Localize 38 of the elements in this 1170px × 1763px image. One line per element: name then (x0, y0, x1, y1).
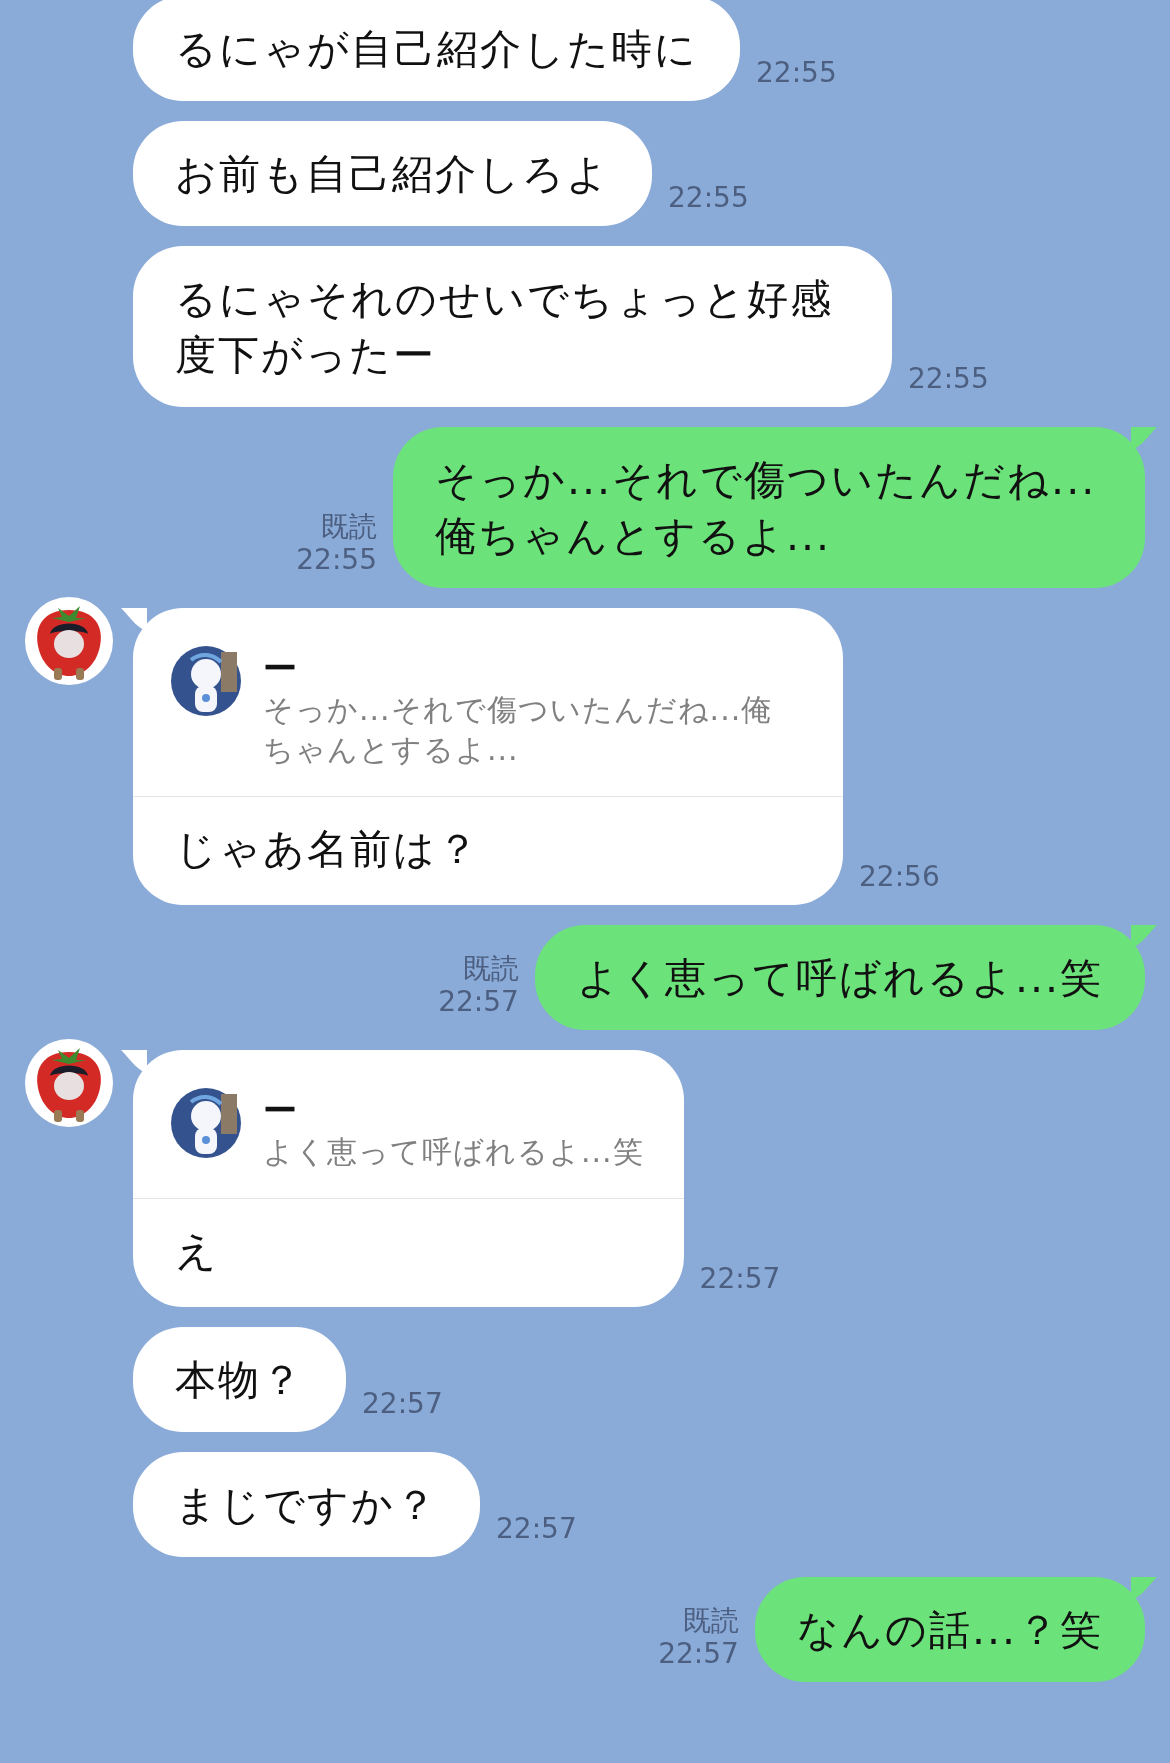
message-bubble[interactable]: るにゃが自己紹介した時に (133, 0, 740, 101)
message-bubble[interactable]: お前も自己紹介しろよ (133, 121, 652, 226)
avatar-icon[interactable] (24, 596, 114, 686)
message-bubble[interactable]: そっか...それで傷ついたんだね...俺ちゃんとするよ... (393, 427, 1145, 588)
message-bubble[interactable]: よく恵って呼ばれるよ...笑 (534, 925, 1145, 1030)
message-bubble[interactable]: ー そっか...それで傷ついたんだね...俺ちゃんとするよ... じゃあ名前は？ (133, 608, 843, 905)
message-bubble[interactable]: まじですか？ (133, 1452, 480, 1557)
timestamp: 22:55 (756, 56, 837, 89)
avatar-icon (171, 646, 241, 716)
bubble-tail (121, 608, 147, 632)
message-bubble[interactable]: るにゃそれのせいでちょっと好感度下がったー (133, 246, 892, 407)
message-text: え (174, 1226, 220, 1277)
timestamp: 22:55 (296, 543, 377, 576)
quoted-message: よく恵って呼ばれるよ...笑 (263, 1133, 644, 1171)
message-text: じゃあ名前は？ (174, 824, 481, 875)
bubble-tail (1131, 427, 1157, 451)
bubble-tail (1131, 1577, 1157, 1601)
timestamp: 22:57 (438, 985, 519, 1018)
quoted-sender-name: ー (263, 1089, 300, 1132)
quoted-sender-name: ー (263, 647, 300, 690)
avatar-icon (171, 1088, 241, 1158)
read-receipt: 既読 (462, 952, 519, 985)
timestamp: 22:55 (668, 181, 749, 214)
quoted-message: そっか...それで傷ついたんだね...俺ちゃんとするよ... (263, 691, 774, 769)
timestamp: 22:57 (496, 1512, 577, 1545)
bubble-tail (1131, 925, 1157, 949)
read-receipt: 既読 (682, 1604, 739, 1637)
timestamp: 22:56 (859, 860, 940, 893)
read-receipt: 既読 (321, 510, 377, 543)
message-bubble[interactable]: なんの話...？笑 (754, 1577, 1145, 1682)
avatar-icon[interactable] (24, 1038, 114, 1128)
message-bubble[interactable]: ー よく恵って呼ばれるよ...笑 え (133, 1050, 684, 1307)
message-bubble[interactable]: 本物？ (133, 1327, 346, 1432)
timestamp: 22:55 (908, 362, 989, 395)
timestamp: 22:57 (699, 1262, 781, 1295)
bubble-tail (121, 1050, 147, 1074)
timestamp: 22:57 (658, 1637, 739, 1670)
timestamp: 22:57 (362, 1387, 443, 1420)
